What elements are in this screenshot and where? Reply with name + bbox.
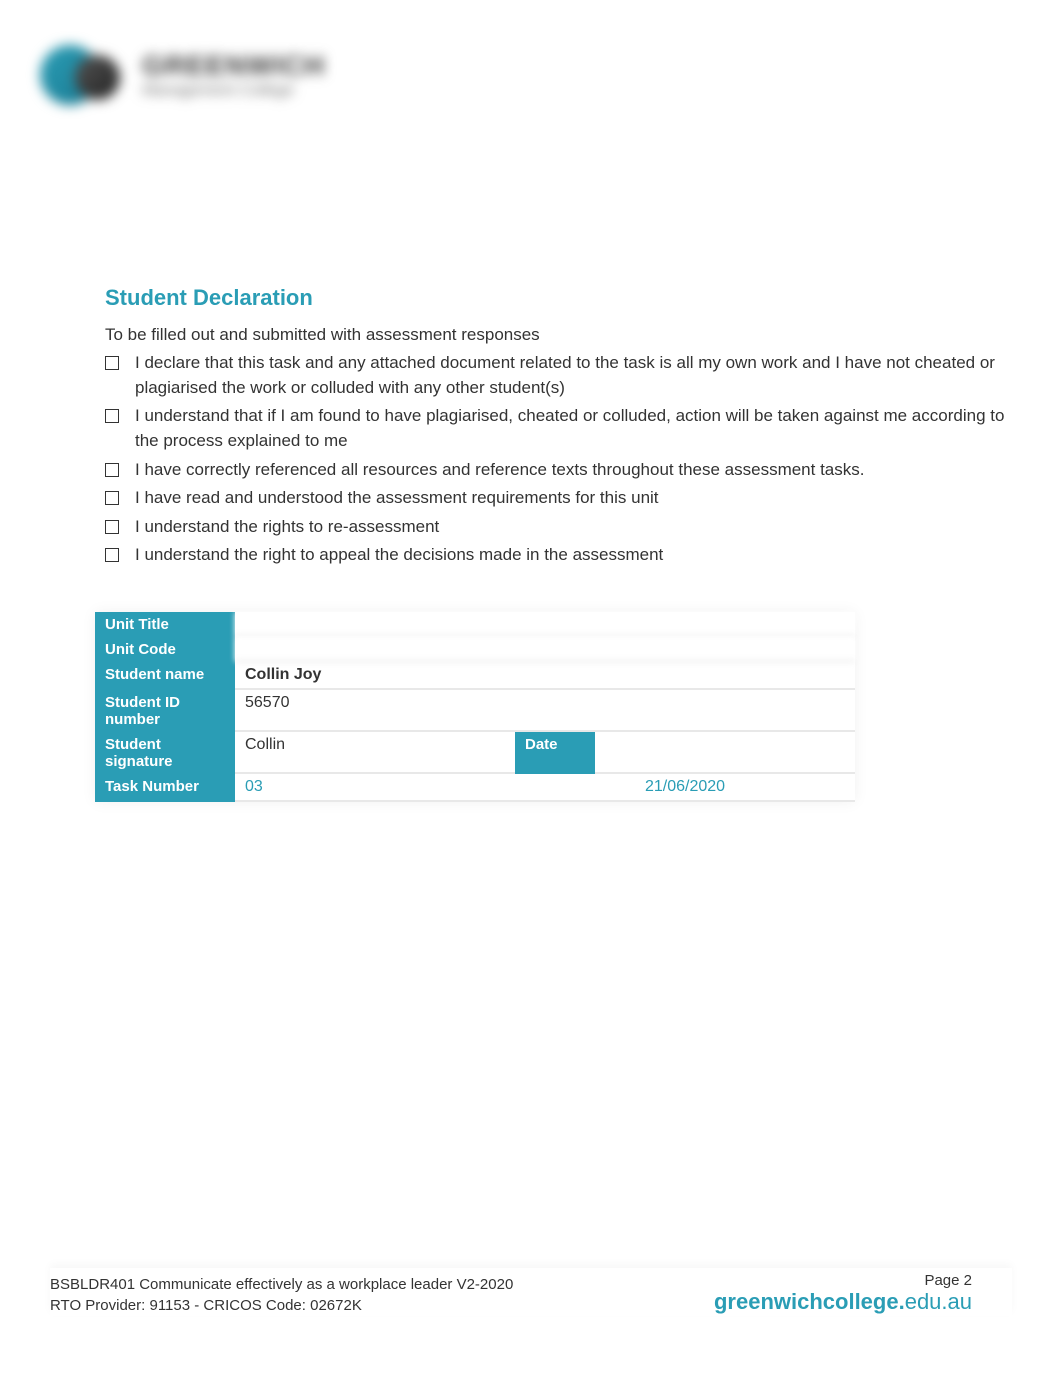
logo-mark <box>30 30 130 120</box>
checklist-item: I declare that this task and any attache… <box>105 351 1012 400</box>
label-student-signature: Student signature <box>95 732 235 774</box>
checkbox-icon[interactable] <box>105 409 119 423</box>
checklist-item: I have correctly referenced all resource… <box>105 458 1012 483</box>
checklist-text: I declare that this task and any attache… <box>135 351 1012 400</box>
value-date-empty <box>595 732 855 774</box>
footer-url: greenwichcollege.edu.au <box>714 1289 972 1315</box>
student-info-table: Unit Title Unit Code Student name Collin… <box>95 612 855 802</box>
checklist-text: I understand that if I am found to have … <box>135 404 1012 453</box>
footer-right: Page 2 greenwichcollege.edu.au <box>714 1272 972 1315</box>
checklist-item: I have read and understood the assessmen… <box>105 486 1012 511</box>
checklist-text: I understand the rights to re-assessment <box>135 515 1012 540</box>
checklist-text: I have correctly referenced all resource… <box>135 458 1012 483</box>
checklist-text: I have read and understood the assessmen… <box>135 486 1012 511</box>
checkbox-icon[interactable] <box>105 463 119 477</box>
logo-text: GREENWICH Management College <box>142 50 325 100</box>
checkbox-icon[interactable] <box>105 548 119 562</box>
logo-text-bottom: Management College <box>142 82 325 100</box>
checklist-item: I understand that if I am found to have … <box>105 404 1012 453</box>
label-date: Date <box>515 732 595 774</box>
section-title: Student Declaration <box>105 285 1012 311</box>
declaration-checklist: I declare that this task and any attache… <box>105 351 1012 568</box>
value-date: 21/06/2020 <box>515 774 855 802</box>
checklist-text: I understand the right to appeal the dec… <box>135 543 1012 568</box>
label-unit-title: Unit Title <box>95 612 235 637</box>
page-number: Page 2 <box>714 1272 972 1289</box>
footer-url-bold: greenwichcollege. <box>714 1289 905 1314</box>
checklist-item: I understand the rights to re-assessment <box>105 515 1012 540</box>
value-task-number: 03 <box>235 774 515 802</box>
checkbox-icon[interactable] <box>105 491 119 505</box>
value-unit-code <box>235 637 855 662</box>
value-student-id: 56570 <box>235 690 855 732</box>
value-unit-title <box>235 612 855 637</box>
checkbox-icon[interactable] <box>105 520 119 534</box>
label-unit-code: Unit Code <box>95 637 235 662</box>
footer-url-rest: edu.au <box>905 1289 972 1314</box>
checkbox-icon[interactable] <box>105 356 119 370</box>
logo-area: GREENWICH Management College <box>30 20 390 130</box>
label-task-number: Task Number <box>95 774 235 802</box>
value-student-name: Collin Joy <box>235 662 855 690</box>
content: Student Declaration To be filled out and… <box>105 285 1012 802</box>
checklist-item: I understand the right to appeal the dec… <box>105 543 1012 568</box>
intro-text: To be filled out and submitted with asse… <box>105 325 1012 345</box>
logo-text-top: GREENWICH <box>142 50 325 82</box>
value-student-signature: Collin <box>235 732 515 774</box>
label-student-name: Student name <box>95 662 235 690</box>
label-student-id: Student ID number <box>95 690 235 732</box>
page-footer: BSBLDR401 Communicate effectively as a w… <box>50 1268 1012 1316</box>
